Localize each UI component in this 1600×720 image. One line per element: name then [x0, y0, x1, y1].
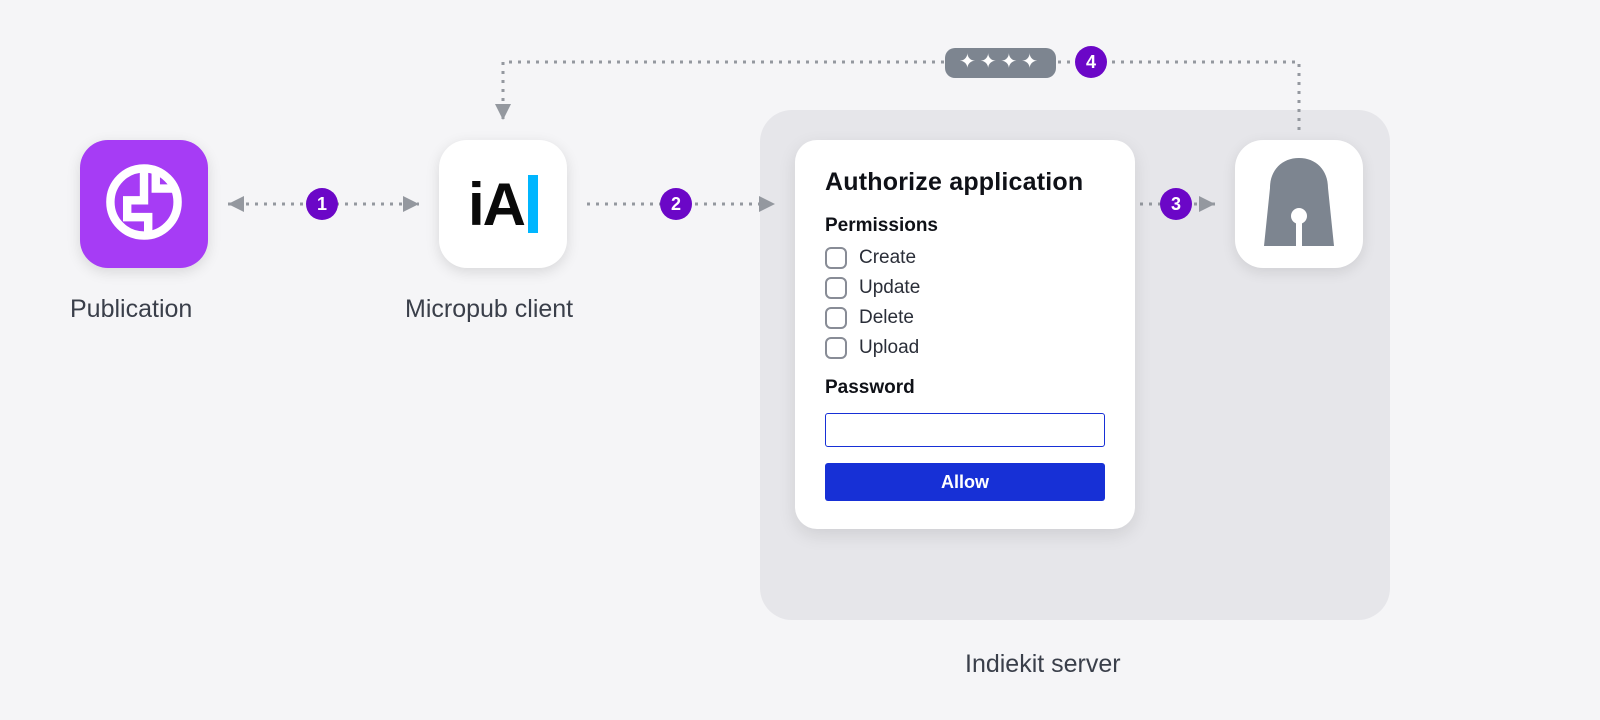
- publication-label: Publication: [70, 295, 192, 324]
- checkbox-update[interactable]: [825, 277, 847, 299]
- indiekit-logo-tile: [1235, 140, 1363, 268]
- indiekit-icon: [1262, 158, 1336, 251]
- allow-button[interactable]: Allow: [825, 463, 1105, 501]
- authorize-title: Authorize application: [825, 168, 1105, 197]
- permission-row: Create: [825, 247, 1105, 269]
- step-badge-4: 4: [1075, 46, 1107, 78]
- token-badge: ✦✦✦✦: [945, 48, 1056, 78]
- step-badge-2: 2: [660, 188, 692, 220]
- permission-label: Delete: [859, 307, 914, 329]
- permission-label: Update: [859, 277, 920, 299]
- permission-row: Delete: [825, 307, 1105, 329]
- authorize-card: Authorize application Permissions Create…: [795, 140, 1135, 529]
- permission-row: Upload: [825, 337, 1105, 359]
- ia-writer-icon: iA: [468, 170, 538, 239]
- permission-label: Create: [859, 247, 916, 269]
- password-input[interactable]: [825, 413, 1105, 447]
- step-badge-1: 1: [306, 188, 338, 220]
- checkbox-upload[interactable]: [825, 337, 847, 359]
- checkbox-create[interactable]: [825, 247, 847, 269]
- checkbox-delete[interactable]: [825, 307, 847, 329]
- globe-icon: [102, 160, 186, 249]
- permissions-heading: Permissions: [825, 215, 1105, 237]
- password-heading: Password: [825, 377, 1105, 399]
- micropub-client-label: Micropub client: [405, 295, 573, 324]
- permission-row: Update: [825, 277, 1105, 299]
- step-badge-3: 3: [1160, 188, 1192, 220]
- cursor-icon: [528, 175, 538, 233]
- publication-node: [80, 140, 208, 268]
- permission-label: Upload: [859, 337, 919, 359]
- indiekit-server-label: Indiekit server: [965, 650, 1121, 679]
- micropub-client-node: iA: [439, 140, 567, 268]
